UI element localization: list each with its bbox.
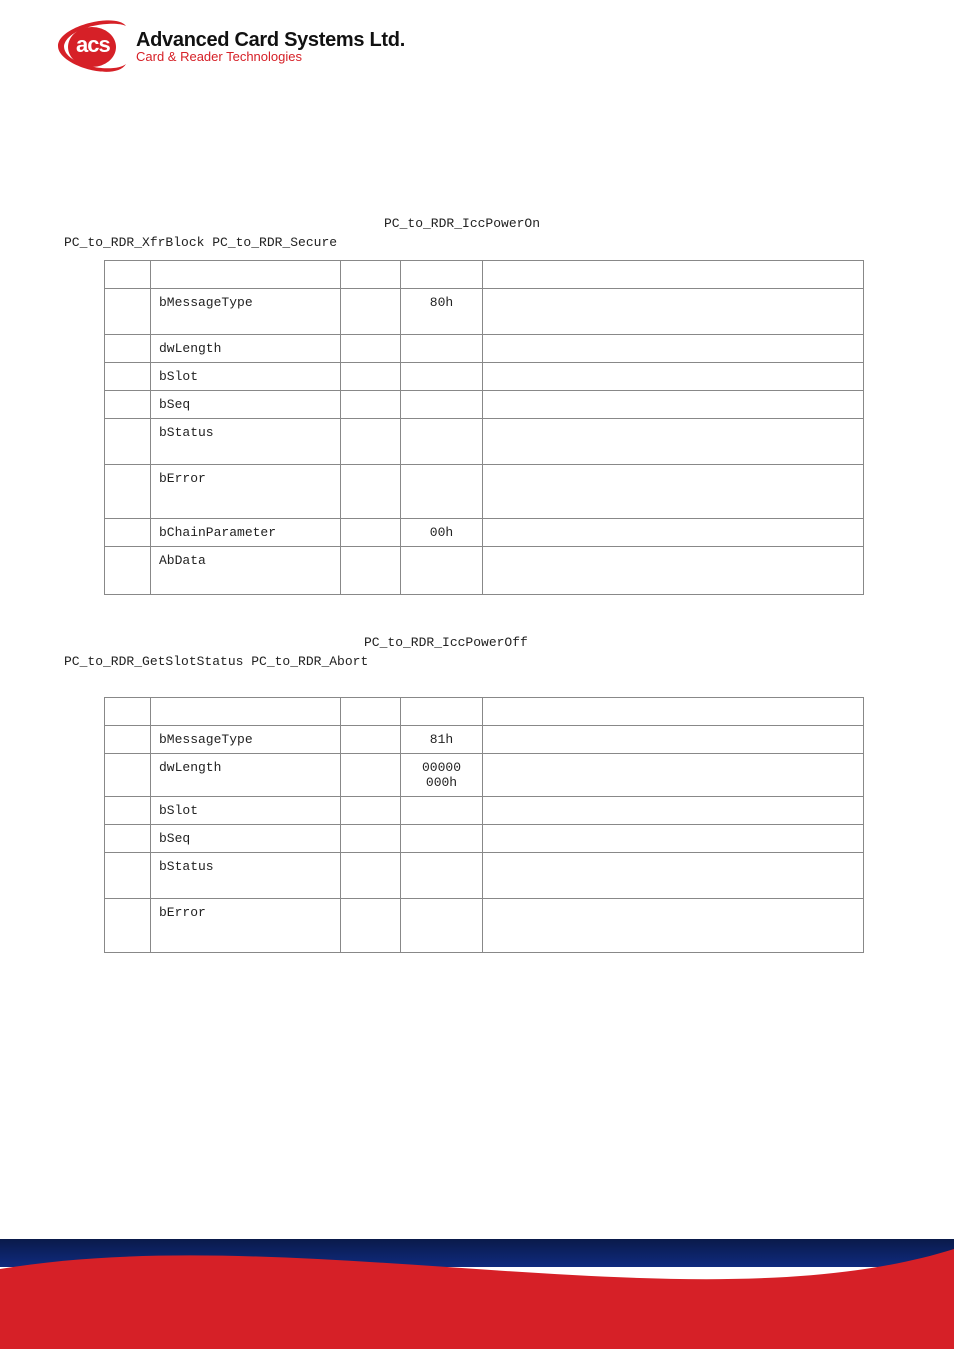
field-value [401, 335, 483, 363]
field-name: bError [151, 465, 341, 519]
slotstatus-table-2: bMessageType 81h dwLength 00000 000h bSl… [104, 697, 864, 953]
field-name: bSeq [151, 391, 341, 419]
brand-block: Advanced Card Systems Ltd. Card & Reader… [136, 29, 405, 65]
field-name: bChainParameter [151, 519, 341, 547]
field-value [401, 419, 483, 465]
field-name: bSeq [151, 825, 341, 853]
brand-subtitle: Card & Reader Technologies [136, 50, 405, 65]
table-row: dwLength 00000 000h [105, 754, 864, 797]
command-ref-right-1: PC_to_RDR_IccPowerOn [384, 216, 890, 231]
field-value [401, 825, 483, 853]
table-row: bSeq [105, 825, 864, 853]
footer-red-wave-icon [0, 1239, 954, 1349]
logo-text: acs [76, 32, 110, 58]
field-value [401, 465, 483, 519]
table-row: bChainParameter 00h [105, 519, 864, 547]
document-body: PC_to_RDR_IccPowerOn PC_to_RDR_XfrBlock … [0, 76, 954, 953]
table-row: dwLength [105, 335, 864, 363]
table-header-row [105, 698, 864, 726]
document-footer [0, 1239, 954, 1349]
field-name: bMessageType [151, 289, 341, 335]
command-ref-left-1: PC_to_RDR_XfrBlock PC_to_RDR_Secure [64, 235, 890, 250]
field-name: bStatus [151, 853, 341, 899]
table-row: bError [105, 899, 864, 953]
table-row: bMessageType 80h [105, 289, 864, 335]
table-row: bSeq [105, 391, 864, 419]
table-row: bSlot [105, 363, 864, 391]
field-value: 00000 000h [401, 754, 483, 797]
field-value: 80h [401, 289, 483, 335]
field-name: dwLength [151, 335, 341, 363]
acs-logo: acs [56, 18, 128, 76]
field-value [401, 547, 483, 595]
datablock-table-1: bMessageType 80h dwLength bSlot bSeq [104, 260, 864, 595]
field-name: bStatus [151, 419, 341, 465]
field-name: bSlot [151, 363, 341, 391]
command-ref-right-2: PC_to_RDR_IccPowerOff [364, 635, 890, 650]
field-name: bError [151, 899, 341, 953]
field-value: 81h [401, 726, 483, 754]
field-name: AbData [151, 547, 341, 595]
field-value: 00h [401, 519, 483, 547]
field-value [401, 853, 483, 899]
field-name: bMessageType [151, 726, 341, 754]
field-name: dwLength [151, 754, 341, 797]
table-row: AbData [105, 547, 864, 595]
table-row: bStatus [105, 853, 864, 899]
table-row: bError [105, 465, 864, 519]
document-header: acs Advanced Card Systems Ltd. Card & Re… [0, 0, 954, 76]
field-value [401, 363, 483, 391]
table-row: bSlot [105, 797, 864, 825]
field-value [401, 391, 483, 419]
table-row: bStatus [105, 419, 864, 465]
field-value [401, 797, 483, 825]
field-name: bSlot [151, 797, 341, 825]
field-value [401, 899, 483, 953]
command-ref-left-2: PC_to_RDR_GetSlotStatus PC_to_RDR_Abort [64, 654, 890, 669]
table-header-row [105, 261, 864, 289]
table-row: bMessageType 81h [105, 726, 864, 754]
